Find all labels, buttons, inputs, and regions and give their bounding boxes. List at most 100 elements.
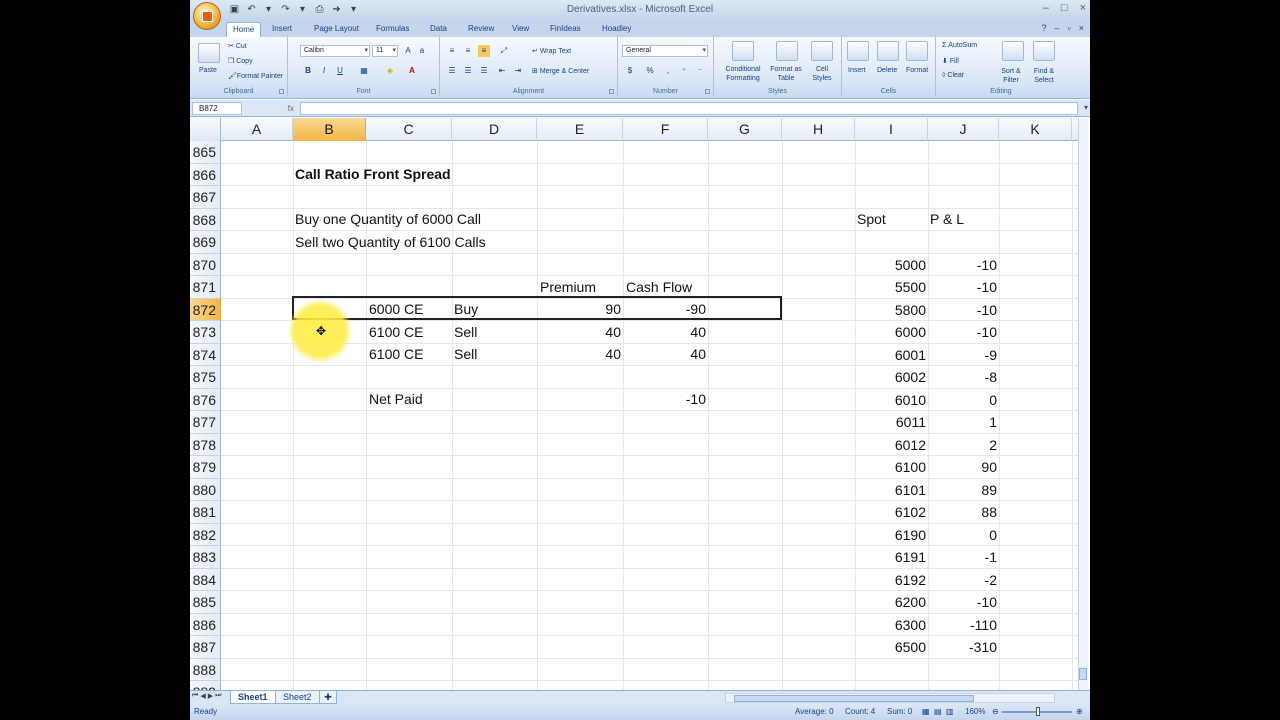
row-header-878[interactable]: 878: [190, 433, 221, 456]
conditional-formatting-button[interactable]: Conditional Formatting: [720, 65, 766, 83]
row-header-868[interactable]: 868: [190, 208, 221, 231]
increase-decimal-icon[interactable]: ⁺: [678, 65, 690, 77]
ribbon-restore-icon[interactable]: ▫: [1068, 23, 1071, 33]
payoff-spot[interactable]: 6011: [855, 411, 926, 433]
currency-button[interactable]: $: [624, 65, 636, 77]
worksheet-grid[interactable]: A B C D E F G H I J K 865 866 867 868 869 870…: [190, 118, 1078, 690]
payoff-spot[interactable]: 6000: [855, 321, 926, 343]
page-break-view-icon[interactable]: ▥: [946, 707, 954, 716]
row-header-871[interactable]: 871: [190, 276, 221, 299]
leg-option[interactable]: 6100 CE: [369, 321, 423, 343]
payoff-spot[interactable]: 6101: [855, 479, 926, 501]
vertical-scrollbar[interactable]: [1078, 118, 1088, 690]
insert-cells-button[interactable]: Insert: [848, 67, 866, 74]
shrink-font-icon[interactable]: a: [416, 45, 428, 57]
select-all-button[interactable]: [190, 118, 221, 141]
column-header-c[interactable]: C: [366, 118, 452, 141]
column-header-h[interactable]: H: [782, 118, 855, 141]
merge-center-button[interactable]: ⊞ Merge & Center: [532, 67, 589, 75]
number-format-select[interactable]: General: [622, 45, 708, 57]
cell-styles-icon[interactable]: [811, 41, 833, 61]
sort-filter-button[interactable]: Sort & Filter: [996, 67, 1026, 85]
row-header-883[interactable]: 883: [190, 546, 221, 569]
cashflow-header[interactable]: Cash Flow: [626, 276, 692, 298]
insert-sheet-icon[interactable]: ✚: [319, 691, 337, 704]
payoff-pl[interactable]: -10: [928, 321, 997, 343]
row-header-882[interactable]: 882: [190, 523, 221, 546]
payoff-pl[interactable]: -8: [928, 366, 997, 388]
payoff-pl[interactable]: 1: [928, 411, 997, 433]
row-header-866[interactable]: 866: [190, 163, 221, 186]
formula-input[interactable]: [300, 102, 1078, 115]
row-header-872[interactable]: 872: [190, 298, 221, 321]
delete-cells-icon[interactable]: [877, 41, 899, 61]
zoom-out-icon[interactable]: ⊖: [992, 707, 999, 716]
payoff-pl[interactable]: -2: [928, 569, 997, 591]
font-name-select[interactable]: Calibri: [300, 45, 370, 57]
ribbon-minimize-icon[interactable]: –: [1055, 23, 1060, 33]
maximize-button[interactable]: □: [1061, 2, 1068, 14]
comma-button[interactable]: ,: [662, 65, 674, 77]
align-center-icon[interactable]: ☰: [462, 65, 474, 77]
column-header-d[interactable]: D: [452, 118, 537, 141]
row-header-865[interactable]: 865: [190, 141, 221, 164]
payoff-pl[interactable]: 88: [928, 501, 997, 523]
cut-button[interactable]: ✂ Cut: [228, 42, 247, 50]
fill-button[interactable]: ⬇ Fill: [942, 57, 959, 65]
ribbon-close-icon[interactable]: ×: [1079, 23, 1084, 33]
column-header-g[interactable]: G: [708, 118, 782, 141]
payoff-pl[interactable]: 90: [928, 456, 997, 478]
row-header-876[interactable]: 876: [190, 388, 221, 411]
column-header-i[interactable]: I: [855, 118, 928, 141]
align-left-icon[interactable]: ☰: [446, 65, 458, 77]
page-layout-view-icon[interactable]: ▤: [934, 707, 942, 716]
payoff-spot[interactable]: 5800: [855, 299, 926, 321]
normal-view-icon[interactable]: ▦: [922, 707, 930, 716]
paste-button[interactable]: Paste: [199, 67, 217, 74]
payoff-spot[interactable]: 5000: [855, 254, 926, 276]
leg-action[interactable]: Sell: [454, 343, 477, 365]
leg-cashflow[interactable]: 40: [623, 343, 706, 365]
italic-button[interactable]: I: [318, 65, 330, 77]
row-header-877[interactable]: 877: [190, 411, 221, 434]
percent-button[interactable]: %: [644, 65, 656, 77]
payoff-pl[interactable]: -310: [928, 636, 997, 658]
underline-button[interactable]: U: [334, 65, 346, 77]
row-header-879[interactable]: 879: [190, 456, 221, 479]
last-sheet-icon[interactable]: ⏭: [215, 692, 221, 700]
payoff-spot[interactable]: 6190: [855, 524, 926, 546]
font-color-icon[interactable]: A: [406, 65, 418, 77]
tab-data[interactable]: Data: [424, 22, 453, 35]
sort-filter-icon[interactable]: [1002, 41, 1024, 61]
description-line-1[interactable]: Buy one Quantity of 6000 Call: [295, 208, 481, 230]
spot-header[interactable]: Spot: [857, 208, 886, 230]
first-sheet-icon[interactable]: ⏮: [192, 692, 198, 700]
strategy-title[interactable]: Call Ratio Front Spread: [295, 163, 451, 185]
vertical-scroll-thumb[interactable]: [1079, 668, 1087, 680]
borders-icon[interactable]: ▦: [358, 65, 370, 77]
payoff-pl[interactable]: 0: [928, 389, 997, 411]
font-size-select[interactable]: 11: [372, 45, 398, 57]
net-paid-value[interactable]: -10: [623, 388, 706, 410]
tab-formulas[interactable]: Formulas: [370, 22, 415, 35]
format-as-table-button[interactable]: Format as Table: [768, 65, 804, 83]
align-middle-icon[interactable]: ≡: [462, 45, 474, 57]
grow-font-icon[interactable]: A: [402, 45, 414, 57]
payoff-pl[interactable]: -10: [928, 254, 997, 276]
format-cells-icon[interactable]: [906, 41, 928, 61]
zoom-level[interactable]: 160%: [965, 707, 985, 716]
leg-action[interactable]: Sell: [454, 321, 477, 343]
payoff-spot[interactable]: 6001: [855, 344, 926, 366]
sheet-tab-sheet1[interactable]: Sheet1: [230, 691, 276, 704]
tab-page-layout[interactable]: Page Layout: [308, 22, 365, 35]
payoff-pl[interactable]: 0: [928, 524, 997, 546]
font-dialog-launcher[interactable]: [431, 89, 436, 94]
leg-premium[interactable]: 40: [537, 321, 621, 343]
align-top-icon[interactable]: ≡: [446, 45, 458, 57]
row-header-881[interactable]: 881: [190, 501, 221, 524]
delete-cells-button[interactable]: Delete: [877, 67, 897, 74]
selected-range[interactable]: [292, 296, 782, 320]
column-header-e[interactable]: E: [537, 118, 623, 141]
payoff-spot[interactable]: 6012: [855, 434, 926, 456]
payoff-pl[interactable]: 2: [928, 434, 997, 456]
